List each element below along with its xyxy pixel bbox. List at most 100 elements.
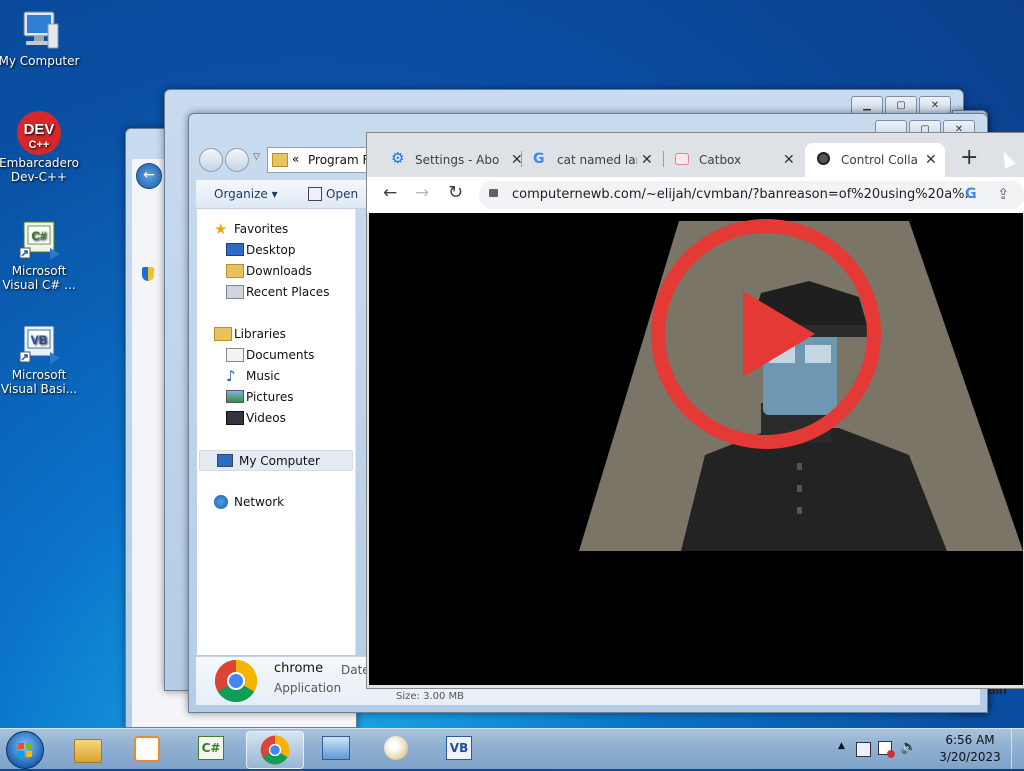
dev-cpp-icon: DEV C++ <box>16 110 62 155</box>
taskbar-explorer-button[interactable] <box>60 731 116 767</box>
music-icon: ♪ <box>226 367 236 385</box>
play-button-icon[interactable] <box>651 219 881 449</box>
tab-close-button[interactable]: ✕ <box>925 145 937 175</box>
taskbar-media-player-button[interactable] <box>120 731 176 767</box>
details-type: Application <box>274 681 342 695</box>
tab-settings[interactable]: ⚙ Settings - Abo ✕ <box>381 143 521 177</box>
desktop-icon-visual-csharp[interactable]: C# Microsoft Visual C# ... <box>0 218 80 292</box>
address-text: Program Fi <box>308 153 372 167</box>
back-arrow-icon[interactable]: ← <box>383 183 397 203</box>
desktop-icon-label-line1: Microsoft <box>11 368 67 382</box>
mouse-cursor-icon <box>998 149 1016 169</box>
address-prefix: « <box>292 152 300 166</box>
start-button[interactable] <box>6 731 44 769</box>
organize-button[interactable]: Organize ▾ <box>214 187 278 201</box>
libraries-icon <box>214 327 232 341</box>
visual-csharp-icon: C# <box>16 218 62 262</box>
tab-catbox[interactable]: Catbox ✕ <box>667 143 807 177</box>
reload-icon[interactable]: ↻ <box>448 182 463 203</box>
desktop-icon-label: My Computer <box>0 54 80 68</box>
nav-my-computer[interactable]: My Computer <box>199 450 353 471</box>
nav-recent-places[interactable]: Recent Places <box>214 282 329 303</box>
visual-basic-icon: VB <box>446 736 472 760</box>
tab-strip: ⚙ Settings - Abo ✕ G cat named larg ✕ Ca… <box>367 133 1024 177</box>
taskbar-visual-basic-button[interactable]: VB <box>432 731 488 767</box>
chrome-window[interactable]: ⚙ Settings - Abo ✕ G cat named larg ✕ Ca… <box>366 132 1024 689</box>
remote-desktop-icon <box>322 736 350 760</box>
tab-title: Settings - Abo <box>415 153 500 167</box>
url-text: computernewb.com/~elijah/cvmban/?banreas… <box>512 187 977 202</box>
svg-text:VB: VB <box>31 333 48 347</box>
catbox-icon <box>675 153 689 165</box>
nav-pictures[interactable]: Pictures <box>214 387 329 408</box>
back-arrow-icon[interactable]: ← <box>136 163 162 189</box>
tab-close-button[interactable]: ✕ <box>783 145 795 175</box>
nav-downloads[interactable]: Downloads <box>214 261 329 282</box>
show-hidden-icons-button[interactable]: ▲ <box>838 741 845 751</box>
documents-icon <box>226 348 244 362</box>
new-tab-button[interactable]: + <box>960 145 978 171</box>
tab-title: cat named larg <box>557 153 637 167</box>
desktop-icon-label-line2: Visual C# ... <box>2 278 76 292</box>
taskbar-paint-button[interactable] <box>370 731 426 767</box>
clock-date[interactable]: 3/20/2023 <box>934 750 1006 764</box>
dev-badge-text: DEV <box>24 121 55 138</box>
open-button[interactable]: Open <box>326 187 358 201</box>
windows-logo-icon <box>18 743 32 757</box>
google-lens-icon[interactable]: G <box>965 186 977 202</box>
taskbar-remote-desktop-button[interactable] <box>308 731 364 767</box>
tab-title: Catbox <box>699 153 742 167</box>
nav-documents[interactable]: Documents <box>214 345 329 366</box>
nav-network[interactable]: Network <box>214 492 284 513</box>
network-tray-icon[interactable] <box>856 742 871 757</box>
gear-icon: ⚙ <box>391 149 405 167</box>
desktop-icon-label-line1: Embarcadero <box>0 156 79 170</box>
share-icon[interactable]: ⇪ <box>997 185 1010 203</box>
desktop-icon-visual-basic[interactable]: VB Microsoft Visual Basi... <box>0 322 80 396</box>
forward-button[interactable] <box>225 148 249 172</box>
action-center-icon[interactable] <box>878 741 895 758</box>
desktop-icon-my-computer[interactable]: My Computer <box>0 8 80 68</box>
omnibox[interactable]: computernewb.com/~elijah/cvmban/?banreas… <box>479 181 1024 209</box>
nav-desktop[interactable]: Desktop <box>214 240 329 261</box>
back-button[interactable] <box>199 148 223 172</box>
volume-icon[interactable]: 🔈 <box>900 739 917 755</box>
svg-text:C#: C# <box>31 229 47 243</box>
desktop-icon-dev-cpp[interactable]: DEV C++ Embarcadero Dev-C++ <box>0 110 80 184</box>
nav-favorites[interactable]: ★ Favorites <box>214 219 329 240</box>
nav-music[interactable]: ♪ Music <box>214 366 329 387</box>
nav-libraries[interactable]: Libraries <box>214 324 329 345</box>
tab-title: Control Collab <box>841 153 917 167</box>
forward-arrow-icon[interactable]: → <box>415 183 429 203</box>
clock-time[interactable]: 6:56 AM <box>934 733 1006 747</box>
pictures-icon <box>226 390 244 403</box>
taskbar-visual-csharp-button[interactable]: C# <box>184 731 240 767</box>
tab-close-button[interactable]: ✕ <box>511 145 521 175</box>
visual-csharp-icon: C# <box>198 736 224 760</box>
google-icon: G <box>533 151 545 167</box>
folder-icon <box>74 739 102 763</box>
tab-close-button[interactable]: ✕ <box>641 145 653 175</box>
star-icon: ★ <box>214 220 228 238</box>
taskbar: C# VB ▲ 🔈 6:56 AM 3/20/2023 <box>0 728 1024 769</box>
desktop-icon-label-line2: Visual Basi... <box>0 382 78 396</box>
computer-icon <box>16 8 62 52</box>
chevron-down-icon[interactable]: ▽ <box>253 152 260 162</box>
svg-text:C++: C++ <box>29 139 50 151</box>
video-frame[interactable] <box>369 213 1023 685</box>
folder-icon <box>272 153 288 167</box>
videos-icon <box>226 411 244 425</box>
show-desktop-button[interactable] <box>1011 729 1024 769</box>
downloads-folder-icon <box>226 264 244 278</box>
nav-videos[interactable]: Videos <box>214 408 329 429</box>
tab-google-search[interactable]: G cat named larg ✕ <box>525 143 665 177</box>
system-tray: ▲ 🔈 6:56 AM 3/20/2023 <box>834 729 1024 769</box>
tab-divider <box>663 151 664 167</box>
tab-divider <box>521 151 522 167</box>
taskbar-chrome-button[interactable] <box>246 731 304 769</box>
chrome-toolbar: ← → ↻ computernewb.com/~elijah/cvmban/?b… <box>367 177 1024 213</box>
open-icon <box>308 187 322 201</box>
chrome-app-icon <box>214 659 258 706</box>
desktop-icon-label-line1: Microsoft <box>11 264 67 278</box>
tab-control-collab[interactable]: Control Collab ✕ <box>805 143 945 177</box>
